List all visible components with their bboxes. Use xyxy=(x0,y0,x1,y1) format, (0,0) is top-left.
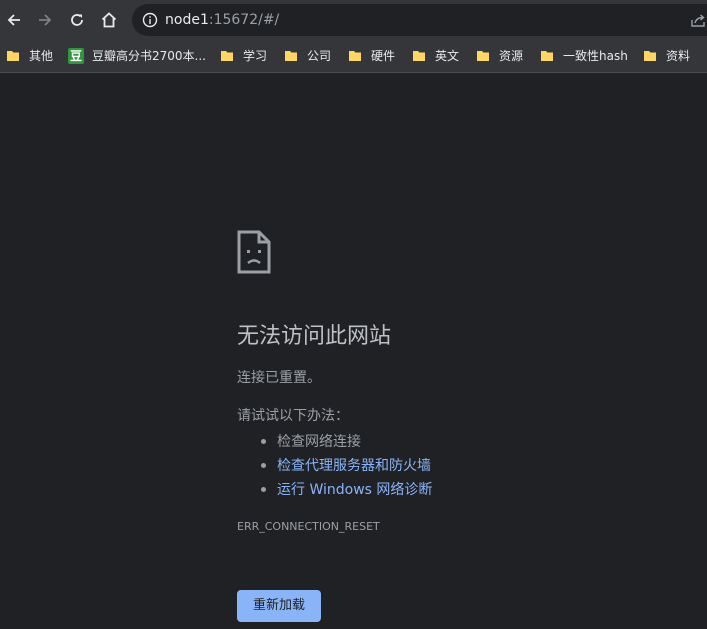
url-path: :15672/#/ xyxy=(208,12,280,28)
bookmark-folder-company[interactable]: 公司 xyxy=(284,46,331,66)
forward-arrow-icon xyxy=(39,14,52,26)
folder-icon xyxy=(644,51,656,61)
bookmark-folder-consistent-hash[interactable]: 一致性hash xyxy=(540,46,628,66)
back-arrow-icon xyxy=(7,14,20,26)
bookmark-folder-other[interactable]: 其他 xyxy=(6,46,53,66)
reload-icon xyxy=(71,14,83,26)
info-icon[interactable] xyxy=(142,12,158,28)
bookmark-label: 英文 xyxy=(435,49,460,63)
folder-icon xyxy=(541,51,553,61)
bookmark-label: 豆瓣高分书2700本... xyxy=(92,49,206,63)
suggestions-list: 检查网络连接 检查代理服务器和防火墙 运行 Windows 网络诊断 xyxy=(237,430,432,502)
suggestions-heading: 请试试以下办法： xyxy=(237,408,349,424)
bookmark-folder-resources[interactable]: 资源 xyxy=(476,46,523,66)
suggestion-check-proxy-firewall-link[interactable]: 检查代理服务器和防火墙 xyxy=(237,454,432,478)
forward-button[interactable] xyxy=(31,6,59,34)
folder-icon xyxy=(413,51,425,61)
bookmarks-bar: 其他 豆 豆瓣高分书2700本... 学习 公司 硬件 英文 资源 一致性has… xyxy=(0,40,707,73)
address-bar[interactable]: node1:15672/#/ xyxy=(132,4,707,36)
bookmark-label: 一致性hash xyxy=(563,49,628,63)
address-url[interactable]: node1:15672/#/ xyxy=(165,11,279,29)
folder-icon xyxy=(477,51,489,61)
bookmark-label: 硬件 xyxy=(371,49,396,63)
bookmark-label: 其他 xyxy=(29,49,54,63)
reload-button[interactable]: 重新加载 xyxy=(237,590,321,622)
suggestion-run-windows-diagnostics-link[interactable]: 运行 Windows 网络诊断 xyxy=(237,478,432,502)
url-host: node1 xyxy=(165,12,209,28)
home-icon xyxy=(101,12,117,28)
back-button[interactable] xyxy=(0,6,28,34)
reload-page-button[interactable] xyxy=(63,6,91,34)
bookmark-folder-materials[interactable]: 资料 xyxy=(643,46,690,66)
bookmark-douban-books[interactable]: 豆 豆瓣高分书2700本... xyxy=(68,46,206,66)
bookmark-label: 公司 xyxy=(307,49,332,63)
bookmark-folder-hardware[interactable]: 硬件 xyxy=(348,46,395,66)
sad-page-icon xyxy=(237,230,271,274)
folder-icon xyxy=(285,51,297,61)
douban-icon: 豆 xyxy=(68,48,84,64)
bookmark-folder-study[interactable]: 学习 xyxy=(220,46,267,66)
share-icon[interactable] xyxy=(690,12,706,28)
bookmark-folder-english[interactable]: 英文 xyxy=(412,46,459,66)
error-code: ERR_CONNECTION_RESET xyxy=(237,520,380,533)
folder-icon xyxy=(349,51,361,61)
home-button[interactable] xyxy=(95,6,123,34)
suggestion-check-network: 检查网络连接 xyxy=(237,430,432,454)
bookmark-label: 资料 xyxy=(666,49,691,63)
folder-icon xyxy=(221,51,233,61)
bookmark-label: 学习 xyxy=(243,49,268,63)
bookmark-label: 资源 xyxy=(499,49,524,63)
browser-toolbar: node1:15672/#/ xyxy=(0,0,707,40)
folder-icon xyxy=(7,51,19,61)
error-title: 无法访问此网站 xyxy=(237,324,392,349)
error-subtitle: 连接已重置。 xyxy=(237,370,321,386)
